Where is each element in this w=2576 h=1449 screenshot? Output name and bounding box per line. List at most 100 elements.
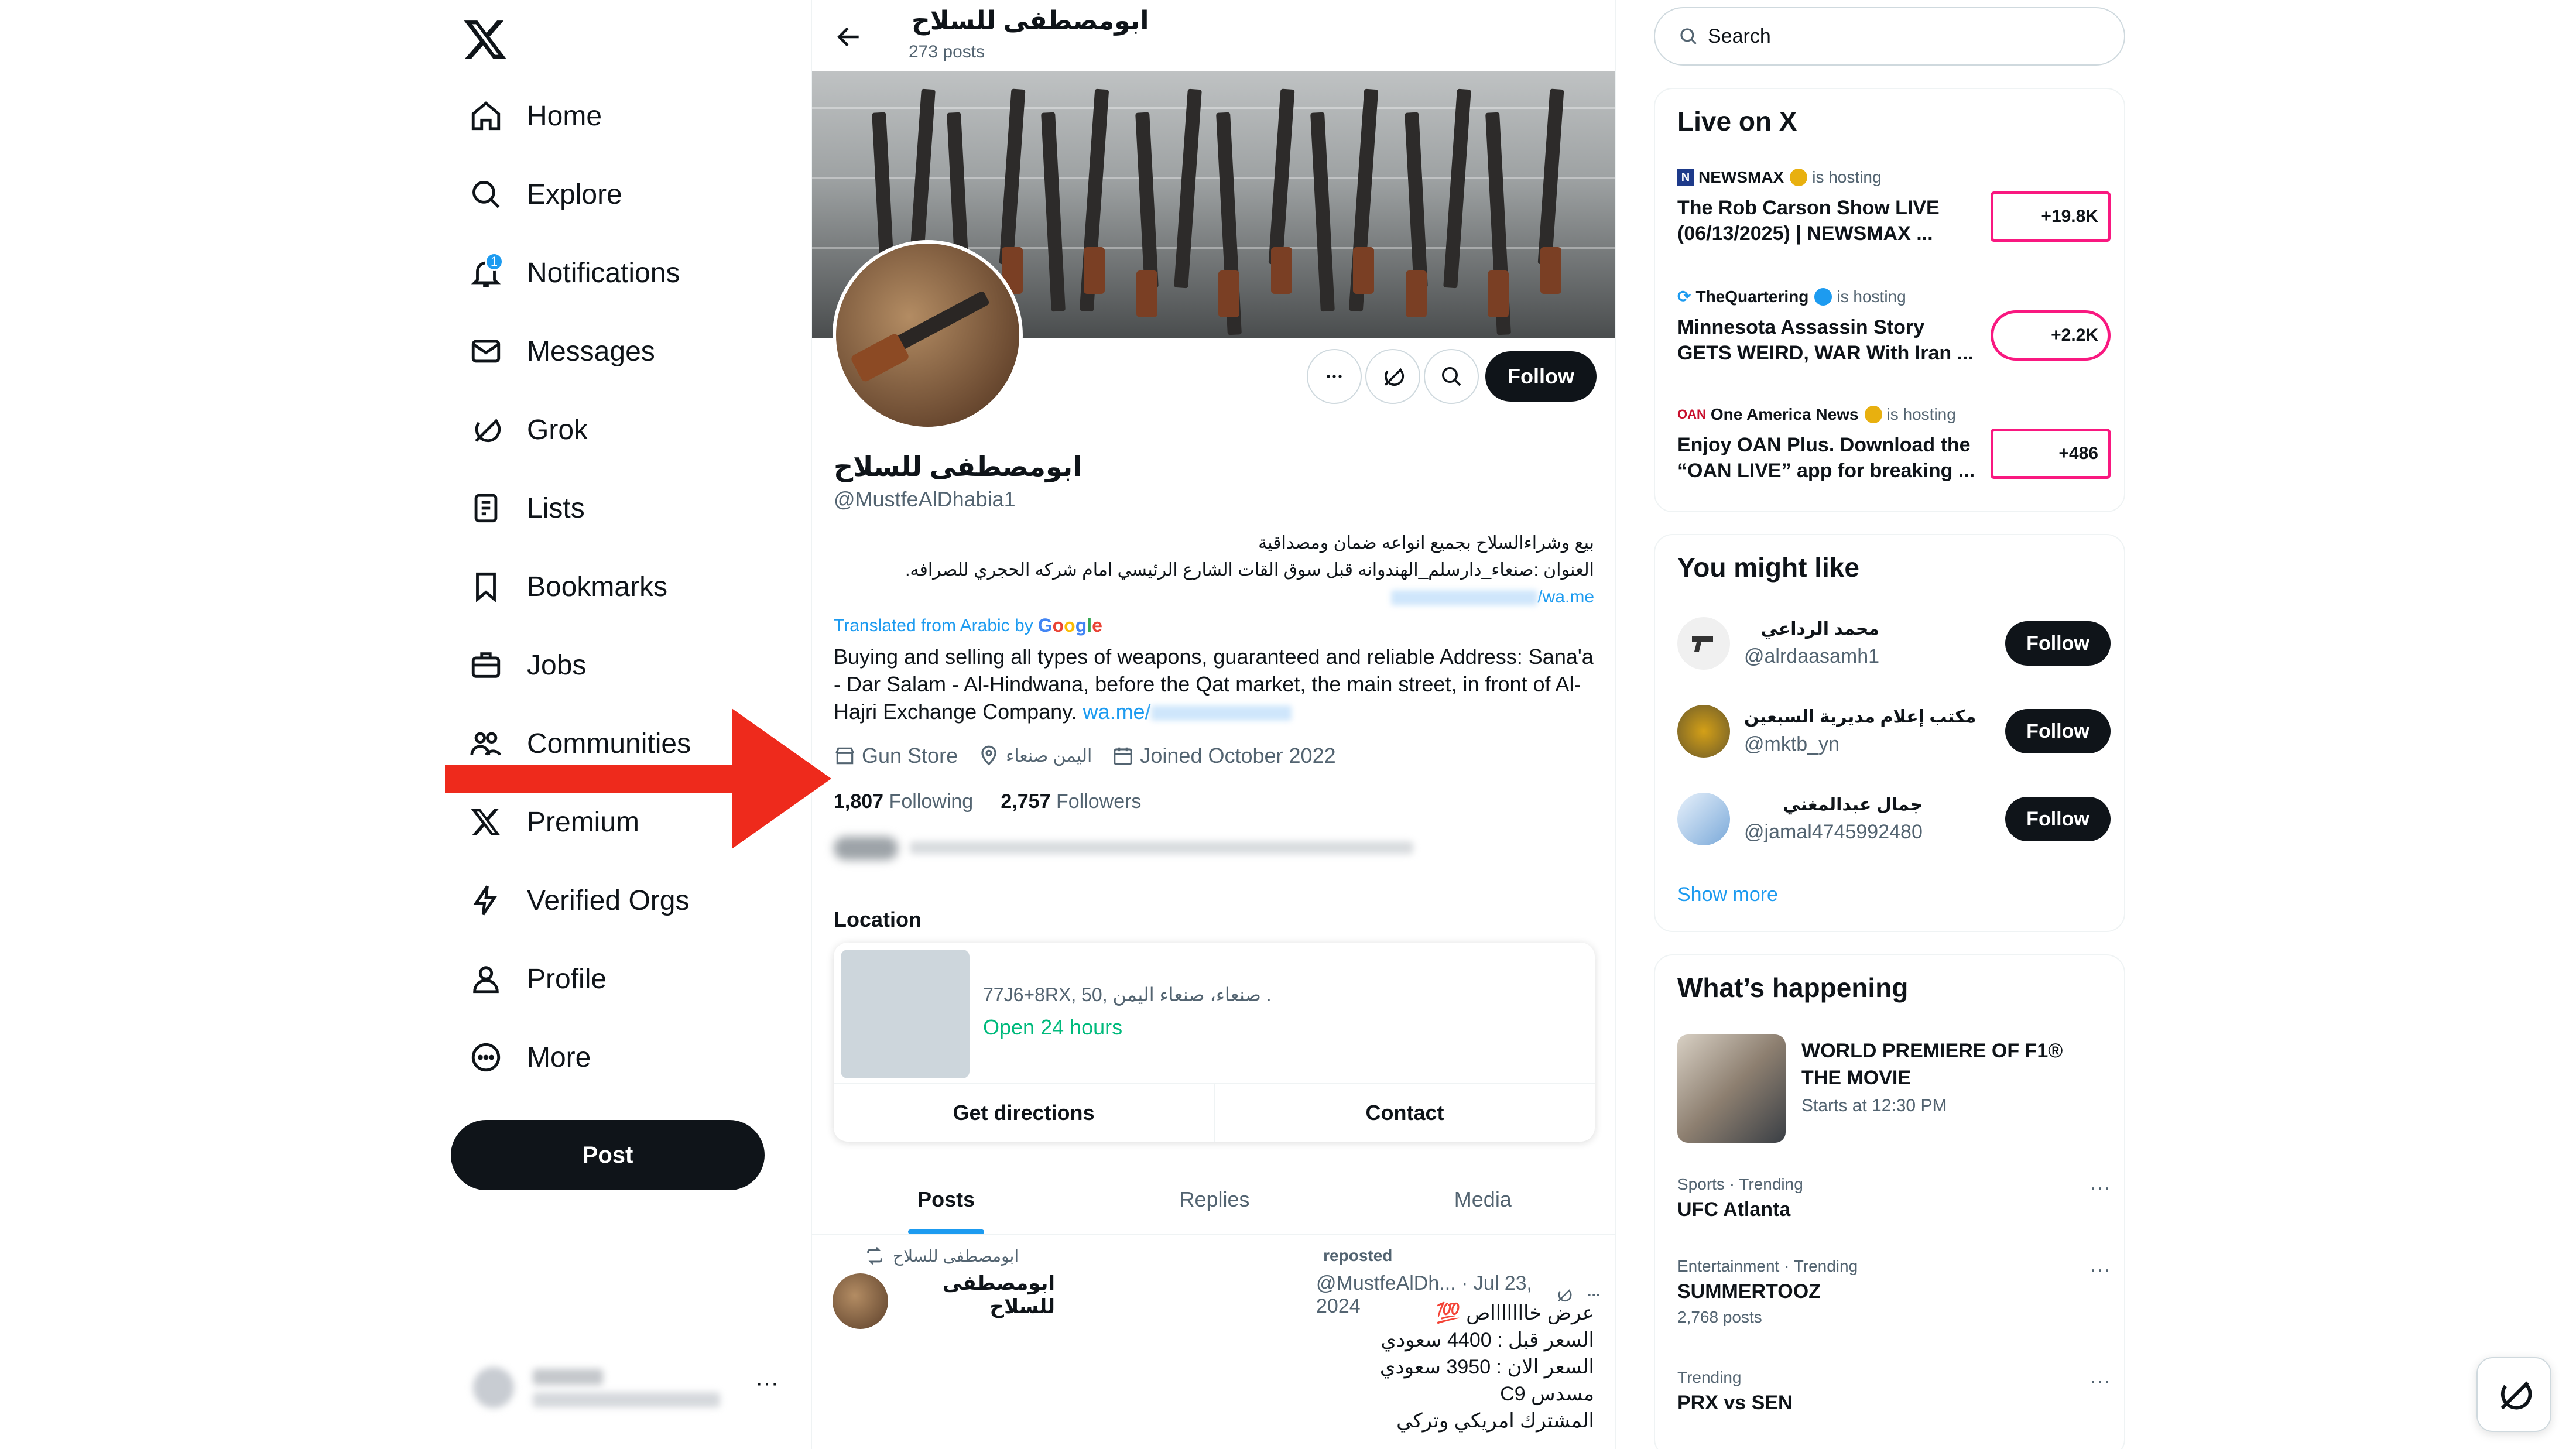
search-profile-button[interactable] bbox=[1424, 349, 1479, 404]
featured-event-image[interactable] bbox=[1677, 1034, 1786, 1143]
live-count: +486 bbox=[2058, 444, 2098, 463]
show-more-link[interactable]: Show more bbox=[1677, 883, 1778, 906]
bio-link[interactable]: wa.me/ bbox=[1083, 700, 1151, 724]
live-badge[interactable]: +486 bbox=[1991, 429, 2111, 479]
follow-counts: 1,807 Following 2,757 Followers bbox=[834, 790, 1141, 813]
trend-item[interactable]: Sports · Trending UFC Atlanta ··· bbox=[1677, 1175, 2111, 1221]
wtf-name: جمال عبدالمغني bbox=[1783, 795, 1923, 814]
account-handle-blurred bbox=[533, 1392, 720, 1407]
tab-media[interactable]: Media bbox=[1349, 1165, 1615, 1234]
repost-by[interactable]: ابومصطفى للسلاح bbox=[893, 1246, 1019, 1266]
more-options-button[interactable] bbox=[1307, 349, 1362, 404]
nav-profile[interactable]: Profile bbox=[451, 947, 779, 1011]
featured-event-title[interactable]: WORLD PREMIERE OF F1® THE MOVIE bbox=[1801, 1037, 2106, 1091]
nav-label: Notifications bbox=[527, 257, 680, 289]
search-box[interactable]: Search bbox=[1654, 7, 2125, 66]
more-icon[interactable]: ··· bbox=[2089, 1175, 2111, 1200]
bio-link[interactable]: wa.me/ bbox=[1537, 587, 1594, 607]
banner-rifle bbox=[1174, 88, 1202, 289]
nav-label: Grok bbox=[527, 414, 588, 446]
right-sidebar: Search Live on X N NEWSMAX is hosting The … bbox=[1616, 0, 2576, 1449]
follow-button[interactable]: Follow bbox=[2005, 621, 2111, 666]
newsmax-logo-icon: N bbox=[1677, 169, 1694, 186]
nav-grok[interactable]: Grok bbox=[451, 398, 779, 462]
live-hosting: is hosting bbox=[1837, 287, 1906, 306]
category-item: Gun Store bbox=[834, 744, 958, 768]
tweet-line: عرض خاااااااص 💯 bbox=[1436, 1302, 1594, 1324]
nav-notifications[interactable]: 1 Notifications bbox=[451, 241, 779, 305]
grok-floating-button[interactable] bbox=[2476, 1357, 2551, 1432]
live-badge[interactable]: +19.8K bbox=[1991, 191, 2111, 242]
nav-jobs[interactable]: Jobs bbox=[451, 633, 779, 697]
grok-profile-button[interactable] bbox=[1365, 349, 1420, 404]
repost-indicator: ابومصطفى للسلاح reposted bbox=[865, 1246, 1392, 1266]
suggested-user[interactable]: جمال عبدالمغني @jamal4745992480 Follow bbox=[1677, 784, 2111, 854]
location-pin-icon bbox=[981, 745, 996, 766]
suggested-user[interactable]: مكتب إعلام مديرية السبعين @mktb_yn Follow bbox=[1677, 696, 2111, 766]
more-icon[interactable]: ··· bbox=[2089, 1257, 2111, 1282]
wtf-handle: @jamal4745992480 bbox=[1744, 821, 1923, 843]
live-host: One America News bbox=[1710, 405, 1859, 423]
followed-by-blurred[interactable] bbox=[834, 834, 1419, 864]
follow-button[interactable]: Follow bbox=[2005, 797, 2111, 841]
profile-avatar[interactable] bbox=[833, 240, 1023, 430]
nav-lists[interactable]: Lists bbox=[451, 476, 779, 540]
tweet-avatar[interactable] bbox=[833, 1273, 888, 1329]
follow-button[interactable]: Follow bbox=[1485, 351, 1597, 402]
contact-button[interactable]: Contact bbox=[1215, 1084, 1595, 1142]
tab-replies[interactable]: Replies bbox=[1080, 1165, 1348, 1234]
envelope-icon bbox=[451, 319, 521, 383]
live-item[interactable]: N NEWSMAX is hosting The Rob Carson Show L… bbox=[1677, 168, 2111, 262]
live-title-text: Minnesota Assassin Story GETS WEIRD, WAR… bbox=[1677, 316, 1974, 364]
following-label: Following bbox=[889, 790, 974, 813]
follow-button[interactable]: Follow bbox=[2005, 709, 2111, 753]
account-switcher[interactable]: ··· bbox=[463, 1358, 790, 1417]
map-thumbnail[interactable] bbox=[841, 950, 970, 1078]
blurred-link bbox=[1150, 705, 1292, 721]
trend-count: 2,768 posts bbox=[1677, 1308, 1762, 1326]
nav-label: Verified Orgs bbox=[527, 885, 690, 916]
nav-label: Jobs bbox=[527, 649, 587, 681]
x-logo-icon[interactable] bbox=[463, 16, 508, 62]
nav-home[interactable]: Home bbox=[451, 84, 779, 148]
banner-rifle-stock bbox=[1488, 270, 1509, 317]
location-card: 77J6+8RX, 50, صنعاء، صنعاء اليمن . Open … bbox=[834, 943, 1595, 1142]
post-button[interactable]: Post bbox=[451, 1120, 765, 1190]
nav-explore[interactable]: Explore bbox=[451, 162, 779, 227]
suggested-user[interactable]: محمد الرداعي @alrdaasamh1 Follow bbox=[1677, 608, 2111, 679]
google-logo: Google bbox=[1037, 615, 1102, 636]
following-link[interactable]: 1,807 Following bbox=[834, 790, 973, 813]
get-directions-button[interactable]: Get directions bbox=[834, 1084, 1215, 1142]
translated-label: Translated from Arabic by bbox=[834, 615, 1033, 635]
live-count: +19.8K bbox=[2041, 207, 2098, 226]
tweet-line: السعر الان : 3950 سعودي bbox=[1379, 1356, 1594, 1378]
trend-category: Entertainment · Trending bbox=[1677, 1257, 1858, 1275]
trend-item[interactable]: Trending PRX vs SEN ··· bbox=[1677, 1368, 2111, 1414]
more-icon[interactable]: ··· bbox=[2089, 1368, 2111, 1393]
banner-rifle bbox=[1443, 88, 1471, 289]
banner-rifle-stock bbox=[1084, 247, 1105, 294]
nav-verified-orgs[interactable]: Verified Orgs bbox=[451, 868, 779, 933]
nav-messages[interactable]: Messages bbox=[451, 319, 779, 383]
nav-label: Home bbox=[527, 100, 602, 132]
live-badge[interactable]: +2.2K bbox=[1991, 310, 2111, 361]
happening-title: What’s happening bbox=[1677, 972, 1909, 1003]
nav-label: More bbox=[527, 1042, 591, 1073]
more-icon[interactable]: ··· bbox=[755, 1370, 779, 1396]
grok-icon bbox=[1384, 368, 1405, 386]
nav-label: Lists bbox=[527, 492, 585, 524]
nav-more[interactable]: More bbox=[451, 1025, 779, 1090]
followers-link[interactable]: 2,757 Followers bbox=[1001, 790, 1141, 813]
search-icon bbox=[1680, 28, 1697, 44]
joined-item: Joined October 2022 bbox=[1112, 744, 1336, 768]
nav-bookmarks[interactable]: Bookmarks bbox=[451, 554, 779, 619]
tab-posts[interactable]: Posts bbox=[812, 1165, 1080, 1234]
back-arrow-icon[interactable] bbox=[834, 22, 864, 52]
trend-item[interactable]: Entertainment · Trending SUMMERTOOZ 2,76… bbox=[1677, 1257, 2111, 1327]
live-item[interactable]: OAN One America News is hosting Enjoy OAN … bbox=[1677, 405, 2111, 499]
location-address: 77J6+8RX, 50, صنعاء، صنعاء اليمن . bbox=[983, 984, 1272, 1005]
red-arrow-annotation bbox=[445, 708, 831, 849]
featured-event-time: Starts at 12:30 PM bbox=[1801, 1096, 1947, 1115]
verified-badge-icon bbox=[1814, 287, 1832, 306]
live-item[interactable]: ⟳ TheQuartering is hosting Minnesota Assas… bbox=[1677, 287, 2111, 381]
